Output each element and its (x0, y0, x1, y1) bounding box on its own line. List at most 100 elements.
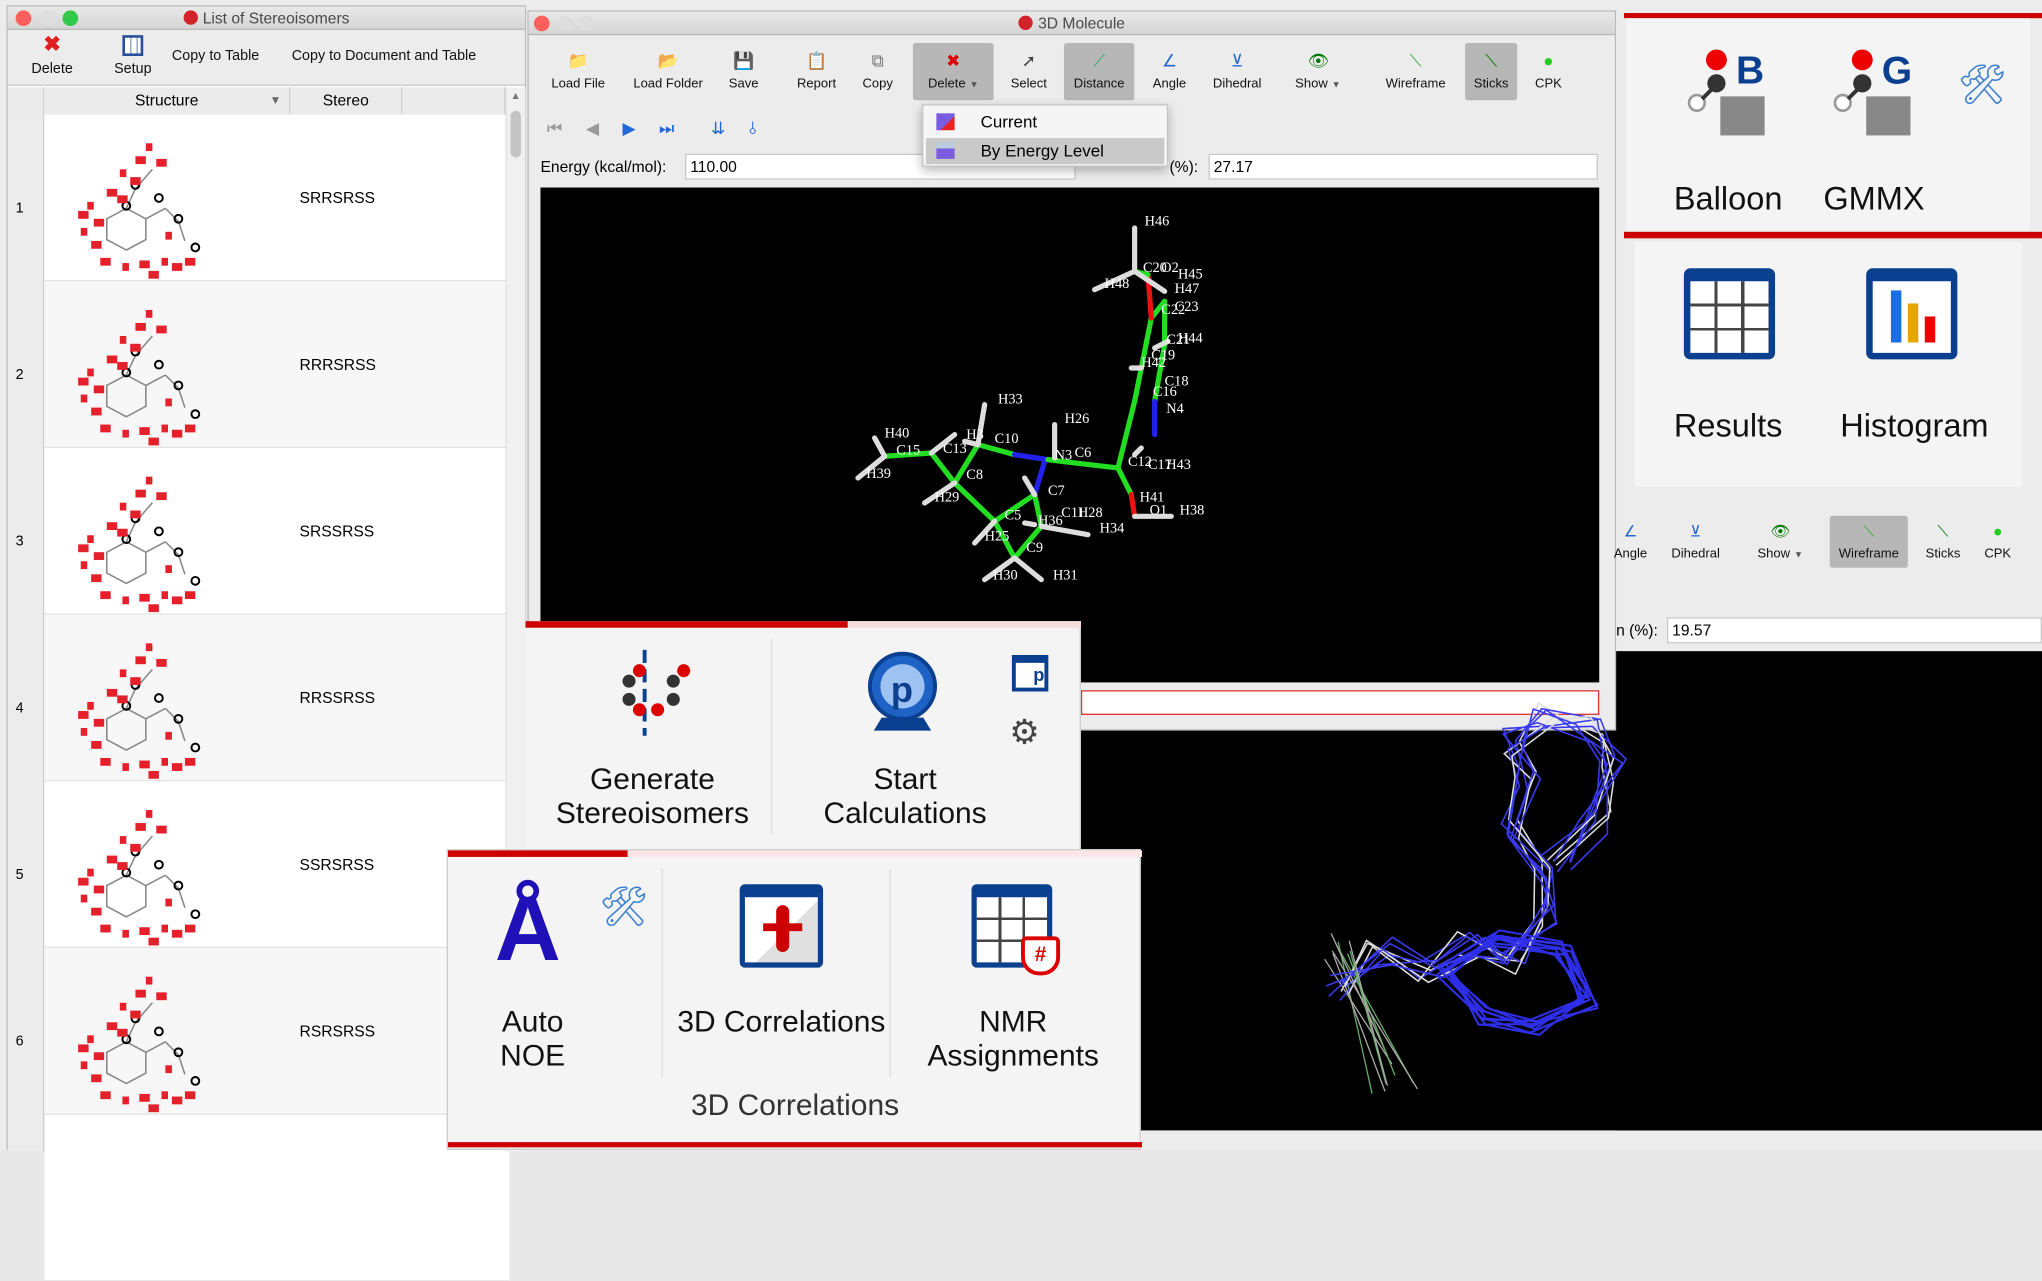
toolbar-load-folder-button[interactable]: 📂 Load Folder (629, 43, 707, 100)
column-stereo[interactable]: Stereo (290, 87, 403, 115)
bond (872, 435, 888, 459)
column-structure[interactable]: Structure ▼ (44, 87, 291, 115)
row-number: 5 (15, 867, 24, 883)
minimize-button[interactable] (41, 10, 58, 27)
calc-settings-gear-icon[interactable]: ⚙ (1009, 712, 1039, 752)
bond (952, 480, 998, 524)
structure-drawing (78, 476, 201, 613)
close-button[interactable] (533, 15, 550, 32)
molecule-viewer[interactable]: H46 C20 O2 H45 H48 H47 C22 C23 C21 H44 C19 H42 C18 C1… (540, 187, 1600, 683)
toolbar-delete-button[interactable]: ✖ Delete ▼ (912, 42, 994, 101)
copy-to-document-button[interactable]: Copy to Document and Table (292, 48, 476, 64)
molecule-sticks (855, 225, 1174, 583)
right-toolbar-show-button[interactable]: 👁 Show ▼ (1745, 516, 1815, 568)
toolbar-sticks-button[interactable]: ⟍ Sticks (1465, 42, 1518, 101)
table-row[interactable]: SRSSRSS (44, 447, 510, 615)
table-row[interactable]: RRSSRSS (44, 614, 510, 782)
dropdown-arrow-icon[interactable]: ▼ (1332, 81, 1341, 90)
right-toolbar-angle-button[interactable]: ∠ Angle (1608, 516, 1652, 568)
bond (928, 450, 958, 486)
close-button[interactable] (15, 10, 32, 27)
menu-item-current[interactable]: Current (926, 109, 1164, 135)
atom-label: H33 (997, 392, 1023, 409)
ribbon-balloon-gmmx: B Balloon G GMMX 🛠 (1626, 18, 2031, 232)
toolbar-distance-button[interactable]: ⟋ Distance (1063, 42, 1135, 101)
scroll-thumb[interactable] (510, 110, 521, 158)
table-row[interactable]: SRRSRSS (44, 114, 510, 282)
last-frame-icon[interactable]: ⏭ (659, 119, 674, 140)
gmmx-button[interactable]: G GMMX (1809, 44, 1939, 226)
balloon-button[interactable]: B Balloon (1663, 44, 1793, 226)
table-row[interactable]: RRRSRSS (44, 281, 510, 448)
energy-label: Energy (kcal/mol): (540, 157, 667, 176)
tools-settings-icon[interactable]: 🛠 (1957, 63, 2007, 109)
nmr-assignments-button[interactable]: # NMR Assignments (899, 869, 1128, 1077)
results-button[interactable]: Results (1663, 268, 1793, 463)
auto-noe-button[interactable]: Å 🛠 Auto NOE (461, 868, 663, 1078)
atom-label: C5 (1004, 507, 1022, 524)
dropdown-arrow-icon[interactable]: ▼ (970, 81, 979, 90)
angle-icon: ∠ (1161, 50, 1178, 71)
setup-button[interactable]: Setup (107, 35, 159, 77)
table-row[interactable]: RSRSRSS (44, 948, 510, 1115)
setup-grid-icon (122, 35, 144, 56)
menu-item-by-energy-level[interactable]: By Energy Level (925, 138, 1165, 165)
table-row[interactable] (44, 1114, 510, 1281)
toolbar-wireframe-button[interactable]: ⟍ Wireframe (1379, 43, 1452, 100)
maximize-button[interactable] (62, 10, 79, 27)
histogram-button[interactable]: Histogram (1827, 268, 2002, 463)
right-toolbar-sticks-button[interactable]: ⟍ Sticks (1921, 516, 1965, 568)
table-row[interactable]: SSRSRSS (44, 781, 510, 949)
toolbar-show-button[interactable]: 👁 Show ▼ (1280, 43, 1356, 100)
prev-frame-icon[interactable]: ◀ (586, 119, 599, 140)
atom-label: O2 (1161, 260, 1179, 277)
wireframe-viewer[interactable] (1616, 651, 2042, 1131)
atom-label: H25 (984, 529, 1010, 545)
right-toolbar-cpk-button[interactable]: ● CPK (1979, 516, 2015, 568)
structure-drawing (78, 976, 201, 1113)
start-calculations-button[interactable]: p Start Calculations (788, 639, 1009, 834)
maximize-button[interactable] (578, 15, 594, 32)
toolbar-dihedral-button[interactable]: ⊻ Dihedral (1206, 43, 1269, 100)
toolbar-angle-button[interactable]: ∠ Angle (1146, 43, 1193, 100)
conformer-trace (1325, 725, 1628, 987)
sticks-icon: ⟍ (1937, 522, 1949, 541)
cpk-icon: ● (1543, 50, 1554, 71)
atom-label: N3 (1054, 447, 1073, 464)
minimize-button[interactable] (557, 15, 574, 32)
row-number: 4 (15, 700, 24, 717)
sort-icon[interactable]: ⇊ (711, 119, 725, 140)
population-field[interactable]: 27.17 (1208, 153, 1598, 180)
atom-label: H38 (1179, 502, 1205, 519)
stereoisomer-mirror-icon (622, 649, 691, 736)
toolbar-cpk-button[interactable]: ● CPK (1530, 43, 1566, 100)
play-icon[interactable]: ▶ (622, 119, 635, 140)
toolbar-report-button[interactable]: 📋 Report (790, 43, 842, 100)
population-field[interactable]: 19.57 (1666, 617, 2042, 644)
title-bar: 3D Molecule (528, 11, 1615, 36)
dropdown-arrow-icon[interactable]: ▼ (1794, 551, 1803, 560)
table-p-icon[interactable]: p (1011, 655, 1049, 692)
column-empty (402, 87, 506, 115)
toolbar-select-button[interactable]: ➚ Select (1005, 43, 1052, 100)
toolbar-copy-button[interactable]: ⧉ Copy (856, 43, 900, 100)
right-toolbar-wireframe-button[interactable]: ⟍ Wireframe (1829, 515, 1908, 568)
ribbon-results: Results Histogram (1634, 242, 2023, 488)
delete-button[interactable]: ✖ Delete (26, 35, 78, 77)
sort-down-icon[interactable]: ▼ (270, 87, 282, 114)
3d-correlation-window-icon (739, 884, 824, 968)
align-icon[interactable]: ⫰ (749, 119, 756, 140)
wireframe-conformers (1324, 702, 1628, 1094)
3d-correlations-button[interactable]: 3D Correlations (672, 868, 891, 1078)
generate-stereoisomers-button[interactable]: Generate Stereoisomers (533, 639, 773, 835)
first-frame-icon[interactable]: ⏮ (547, 119, 562, 140)
right-toolbar-dihedral-button[interactable]: ⊻ Dihedral (1666, 516, 1726, 568)
toolbar-save-button[interactable]: 💾 Save (721, 43, 765, 100)
scroll-up-icon[interactable]: ▲ (511, 90, 521, 102)
title-bar: List of Stereoisomers (7, 6, 525, 30)
copy-to-table-button[interactable]: Copy to Table (172, 48, 259, 64)
nmr-table-hash-icon: # (971, 884, 1061, 976)
atom-label: H26 (1064, 410, 1090, 427)
histogram-chart-icon (1866, 268, 1958, 360)
toolbar-load-file-button[interactable]: 📁 Load File (548, 43, 608, 100)
